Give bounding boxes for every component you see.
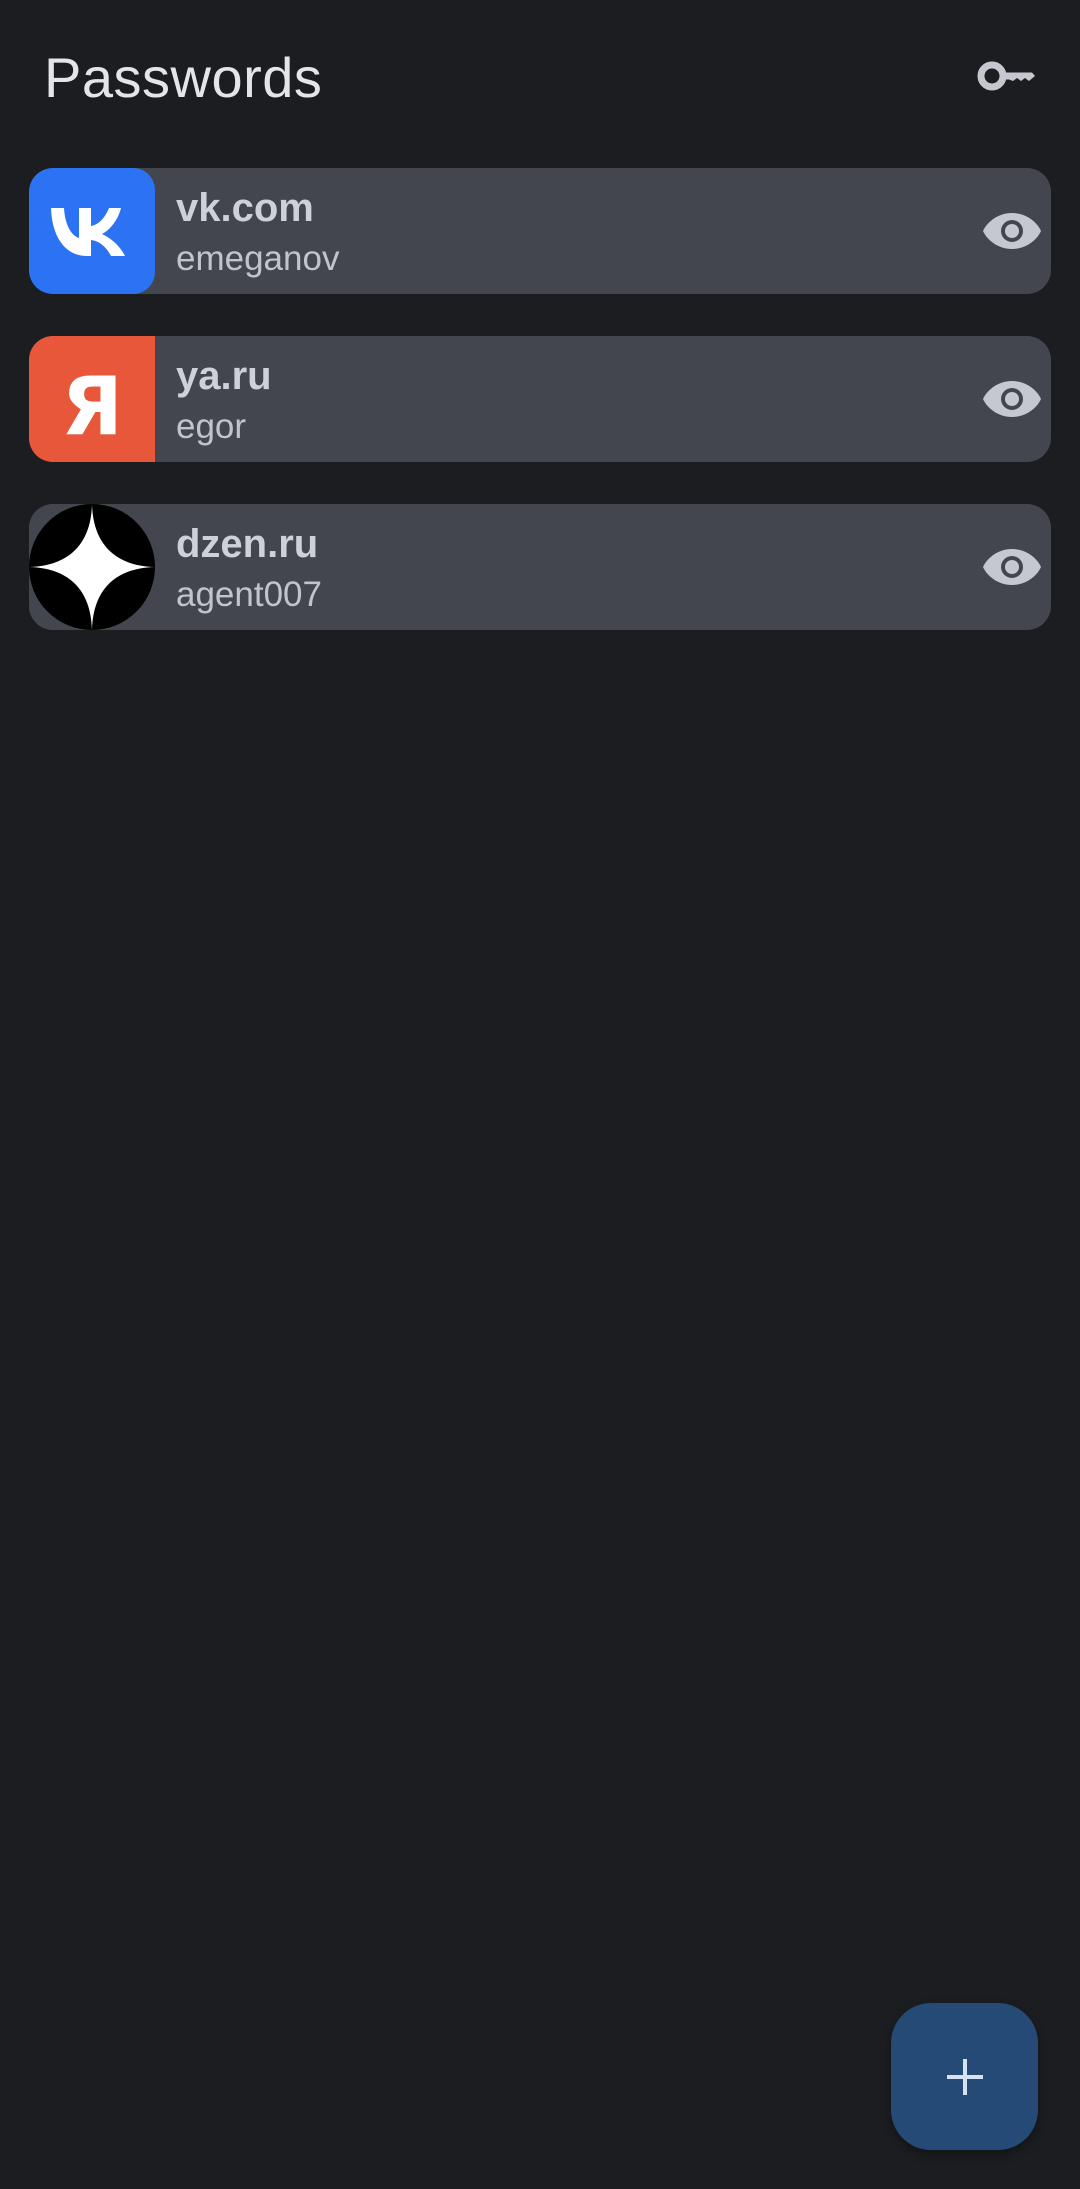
- show-password-button[interactable]: [979, 535, 1045, 599]
- key-button[interactable]: [966, 44, 1046, 108]
- entry-username: emeganov: [176, 239, 340, 278]
- entry-site: dzen.ru: [176, 522, 319, 566]
- app-bar: Passwords: [0, 0, 1080, 160]
- plus-icon: [946, 2058, 983, 2095]
- vk-logo: [29, 168, 155, 294]
- eye-icon: [983, 381, 1041, 417]
- eye-icon: [983, 213, 1041, 249]
- show-password-button[interactable]: [979, 367, 1045, 431]
- entry-site: ya.ru: [176, 354, 272, 398]
- entry-username: egor: [176, 407, 247, 446]
- dzen-logo: [29, 504, 155, 630]
- show-password-button[interactable]: [979, 199, 1045, 263]
- yandex-logo-letter: Я: [61, 360, 123, 453]
- add-password-button[interactable]: [891, 2003, 1038, 2150]
- password-entry-yandex[interactable]: Я ya.ru egor: [29, 336, 1051, 462]
- entry-site: vk.com: [176, 186, 314, 230]
- password-list: vk.com emeganov Я ya.ru egor dzen.ru age…: [29, 168, 1051, 672]
- password-entry-dzen[interactable]: dzen.ru agent007: [29, 504, 1051, 630]
- password-entry-vk[interactable]: vk.com emeganov: [29, 168, 1051, 294]
- page-title: Passwords: [44, 46, 323, 109]
- key-icon: [977, 61, 1035, 91]
- entry-username: agent007: [176, 575, 322, 614]
- yandex-logo: Я: [29, 336, 155, 462]
- eye-icon: [983, 549, 1041, 585]
